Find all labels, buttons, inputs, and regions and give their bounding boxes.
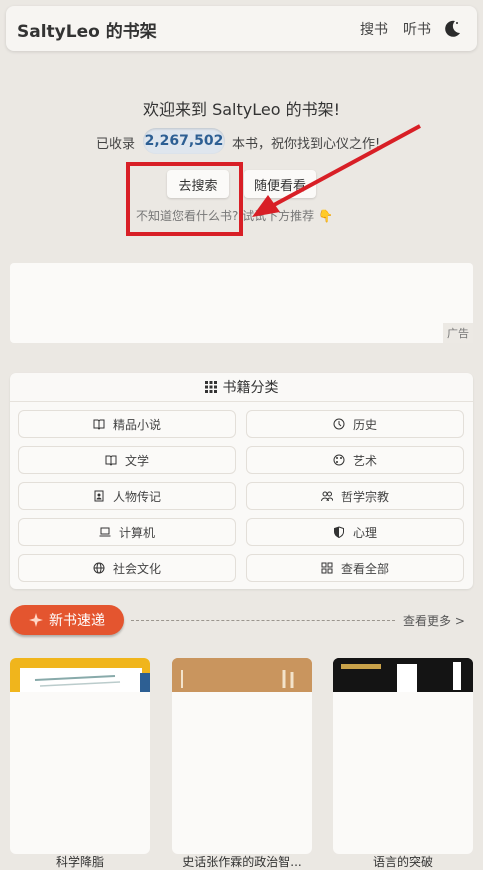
- book-title[interactable]: 史话张作霖的政治智...: [162, 853, 322, 870]
- book-cover: [333, 658, 473, 692]
- laptop-icon: [99, 527, 111, 537]
- book-open-icon: [105, 455, 117, 466]
- book-card[interactable]: [10, 658, 150, 854]
- book-cover-art: [172, 658, 312, 692]
- category-label: 人物传记: [112, 489, 161, 504]
- category-fiction[interactable]: 精品小说: [18, 410, 236, 438]
- category-label: 心理: [352, 525, 377, 540]
- category-label: 精品小说: [112, 417, 161, 432]
- clock-icon: [333, 418, 345, 430]
- book-cover: [10, 658, 150, 694]
- section-divider: [131, 620, 395, 621]
- new-books-label: 新书速递: [49, 613, 105, 629]
- category-label: 计算机: [118, 525, 155, 540]
- annotation-highlight-box: [126, 162, 243, 236]
- book-cover-art: [333, 658, 473, 692]
- category-title: 书籍分类: [222, 380, 279, 396]
- category-history[interactable]: 历史: [246, 410, 464, 438]
- book-open-icon: [93, 419, 105, 430]
- category-art[interactable]: 艺术: [246, 446, 464, 474]
- category-label: 查看全部: [340, 561, 389, 576]
- category-label: 社会文化: [112, 561, 161, 576]
- book-count-badge: 2,267,502: [143, 128, 225, 154]
- moon-icon[interactable]: [442, 18, 462, 38]
- book-cover: [172, 658, 312, 692]
- people-icon: [320, 491, 333, 502]
- book-title[interactable]: 语言的突破: [323, 853, 483, 870]
- nav-search-books[interactable]: 搜书: [360, 19, 388, 39]
- category-label: 艺术: [352, 453, 377, 468]
- category-biography[interactable]: 人物传记: [18, 482, 236, 510]
- count-suffix: 本书，祝你找到心仪之作!: [232, 137, 381, 152]
- id-card-icon: [94, 490, 104, 502]
- book-card[interactable]: [172, 658, 312, 854]
- book-count-row: 已收录 2,267,502 本书，祝你找到心仪之作!: [0, 128, 483, 156]
- count-prefix: 已收录: [96, 137, 136, 152]
- shield-icon: [333, 526, 344, 538]
- category-label: 历史: [352, 417, 377, 432]
- sparkle-icon: [29, 613, 43, 627]
- globe-icon: [93, 562, 105, 574]
- category-literature[interactable]: 文学: [18, 446, 236, 474]
- category-header: 书籍分类: [10, 373, 473, 402]
- category-panel: 书籍分类 精品小说 历史 文学 艺术 人物传记 哲学宗教 计算机 心理 社会文化…: [10, 373, 473, 589]
- category-society[interactable]: 社会文化: [18, 554, 236, 582]
- random-browse-button[interactable]: 随便看看: [244, 170, 316, 198]
- grid-icon: [204, 381, 217, 393]
- welcome-heading: 欢迎来到 SaltyLeo 的书架!: [142, 100, 340, 119]
- book-card[interactable]: [333, 658, 473, 854]
- see-more-link[interactable]: 查看更多 >: [403, 612, 465, 629]
- ad-label: 广告: [443, 323, 473, 343]
- site-title[interactable]: SaltyLeo 的书架: [17, 17, 157, 42]
- grid-icon: [321, 562, 333, 574]
- nav-audio-books[interactable]: 听书: [403, 19, 431, 39]
- new-books-tag[interactable]: 新书速递: [10, 605, 124, 635]
- ad-banner[interactable]: 广告: [10, 263, 473, 343]
- category-label: 文学: [124, 453, 149, 468]
- book-title[interactable]: 科学降脂: [0, 853, 160, 870]
- category-label: 哲学宗教: [340, 489, 389, 504]
- category-view-all[interactable]: 查看全部: [246, 554, 464, 582]
- palette-icon: [333, 454, 345, 466]
- category-philosophy[interactable]: 哲学宗教: [246, 482, 464, 510]
- category-psychology[interactable]: 心理: [246, 518, 464, 546]
- top-header: SaltyLeo 的书架 搜书 听书: [6, 6, 477, 51]
- book-cover-art: [20, 668, 150, 694]
- category-computer[interactable]: 计算机: [18, 518, 236, 546]
